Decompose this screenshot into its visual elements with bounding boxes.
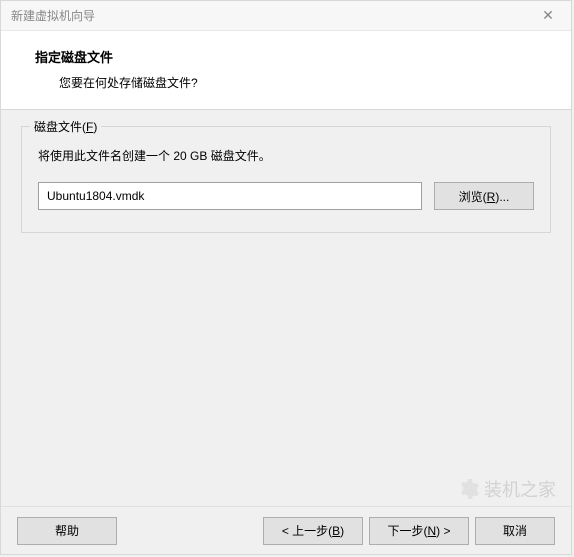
help-button[interactable]: 帮助 [17, 517, 117, 545]
fieldset-description: 将使用此文件名创建一个 20 GB 磁盘文件。 [38, 147, 534, 164]
content-area: 磁盘文件(F) 将使用此文件名创建一个 20 GB 磁盘文件。 浏览(R)... [1, 110, 571, 506]
wizard-footer: 帮助 < 上一步(B) 下一步(N) > 取消 [1, 506, 571, 554]
close-icon: ✕ [542, 7, 554, 24]
input-row: 浏览(R)... [38, 182, 534, 210]
page-title: 指定磁盘文件 [35, 47, 547, 66]
close-button[interactable]: ✕ [531, 5, 565, 27]
next-button[interactable]: 下一步(N) > [369, 517, 469, 545]
disk-file-fieldset: 磁盘文件(F) 将使用此文件名创建一个 20 GB 磁盘文件。 浏览(R)... [21, 126, 551, 233]
cancel-button[interactable]: 取消 [475, 517, 555, 545]
page-subtitle: 您要在何处存储磁盘文件? [59, 74, 547, 91]
window-title: 新建虚拟机向导 [11, 7, 95, 24]
titlebar: 新建虚拟机向导 ✕ [1, 1, 571, 31]
disk-file-input[interactable] [38, 182, 422, 210]
back-button[interactable]: < 上一步(B) [263, 517, 363, 545]
browse-button[interactable]: 浏览(R)... [434, 182, 534, 210]
wizard-header: 指定磁盘文件 您要在何处存储磁盘文件? [1, 31, 571, 110]
wizard-window: 新建虚拟机向导 ✕ 指定磁盘文件 您要在何处存储磁盘文件? 磁盘文件(F) 将使… [0, 0, 572, 555]
fieldset-legend: 磁盘文件(F) [30, 118, 101, 135]
